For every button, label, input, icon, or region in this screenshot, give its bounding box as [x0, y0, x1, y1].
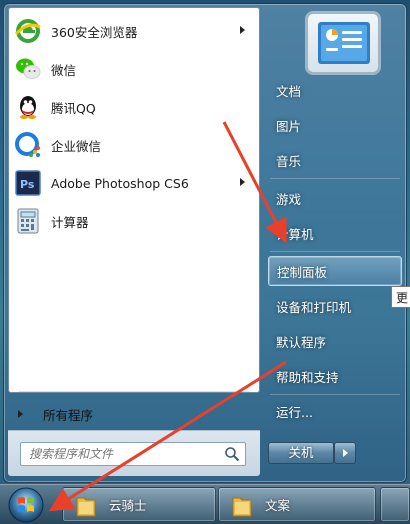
pinned-programs-pane: 360安全浏览器 微信 腾讯QQ 企业微信 Ps Adobe Photoshop… — [8, 7, 260, 393]
search-icon[interactable] — [224, 446, 240, 462]
search-area — [8, 430, 260, 476]
user-picture-tile[interactable] — [307, 13, 379, 73]
program-item-360-browser[interactable]: 360安全浏览器 — [11, 13, 257, 49]
photoshop-icon: Ps — [13, 168, 43, 198]
right-item-label: 游戏 — [276, 191, 302, 207]
divider — [270, 178, 400, 179]
program-label: 计算器 — [51, 214, 89, 230]
program-label: Adobe Photoshop CS6 — [51, 175, 189, 191]
divider — [270, 394, 400, 395]
right-item-computer[interactable]: 计算机 — [268, 218, 402, 248]
right-item-label: 帮助和支持 — [276, 369, 339, 385]
program-label: 微信 — [51, 62, 77, 78]
right-item-run[interactable]: 运行... — [268, 396, 402, 426]
all-programs-button[interactable]: 所有程序 — [8, 398, 254, 430]
submenu-arrow-icon[interactable] — [240, 26, 245, 34]
program-item-wecom[interactable]: 企业微信 — [11, 127, 257, 163]
divider — [19, 391, 249, 392]
right-item-label: 图片 — [276, 118, 302, 134]
shutdown-options-button[interactable] — [334, 442, 356, 464]
right-item-label: 控制面板 — [277, 264, 328, 280]
program-item-wechat[interactable]: 微信 — [11, 51, 257, 87]
wecom-icon — [13, 130, 43, 160]
right-item-help-support[interactable]: 帮助和支持 — [268, 361, 402, 391]
program-label: 腾讯QQ — [51, 100, 96, 116]
qq-icon — [13, 92, 43, 122]
right-item-label: 设备和打印机 — [276, 299, 352, 315]
program-label: 企业微信 — [51, 138, 102, 154]
right-item-devices-printers[interactable]: 设备和打印机 — [268, 291, 402, 321]
all-programs-label: 所有程序 — [43, 407, 94, 423]
360-browser-icon — [13, 16, 43, 46]
taskbar-button-folder-2[interactable]: 文案 — [218, 487, 376, 522]
wechat-icon — [13, 54, 43, 84]
tooltip: 更 — [391, 286, 410, 308]
submenu-arrow-icon[interactable] — [240, 178, 245, 186]
right-item-label: 默认程序 — [276, 334, 327, 350]
divider — [270, 251, 400, 252]
right-item-control-panel[interactable]: 控制面板 — [268, 256, 402, 286]
right-item-label: 运行... — [276, 404, 313, 420]
folder-icon — [76, 497, 96, 516]
arrow-right-icon — [18, 410, 23, 418]
shutdown-button[interactable]: 关机 — [268, 442, 334, 464]
folder-icon — [232, 497, 252, 516]
taskbar-button-partial[interactable] — [380, 487, 410, 522]
right-item-pictures[interactable]: 图片 — [268, 110, 402, 140]
taskbar-button-folder-1[interactable]: 云骑士 — [62, 487, 216, 522]
control-panel-picture-icon — [318, 22, 370, 64]
taskbar-button-label: 文案 — [265, 498, 291, 513]
windows-start-orb-icon[interactable] — [6, 486, 46, 524]
right-item-label: 计算机 — [276, 226, 314, 242]
right-item-documents[interactable]: 文档 — [268, 75, 402, 105]
calculator-icon — [13, 206, 43, 236]
program-item-qq[interactable]: 腾讯QQ — [11, 89, 257, 125]
program-item-photoshop[interactable]: Ps Adobe Photoshop CS6 — [11, 165, 257, 201]
right-item-default-programs[interactable]: 默认程序 — [268, 326, 402, 356]
right-item-label: 文档 — [276, 83, 302, 99]
search-input[interactable] — [20, 442, 246, 466]
right-item-games[interactable]: 游戏 — [268, 183, 402, 213]
taskbar-button-label: 云骑士 — [109, 498, 147, 513]
right-item-music[interactable]: 音乐 — [268, 145, 402, 175]
arrow-right-icon — [343, 449, 348, 457]
svg-text:Ps: Ps — [20, 178, 35, 191]
program-item-calculator[interactable]: 计算器 — [11, 203, 257, 239]
program-label: 360安全浏览器 — [51, 24, 138, 40]
right-item-label: 音乐 — [276, 153, 302, 169]
tooltip-text: 更 — [396, 290, 409, 305]
